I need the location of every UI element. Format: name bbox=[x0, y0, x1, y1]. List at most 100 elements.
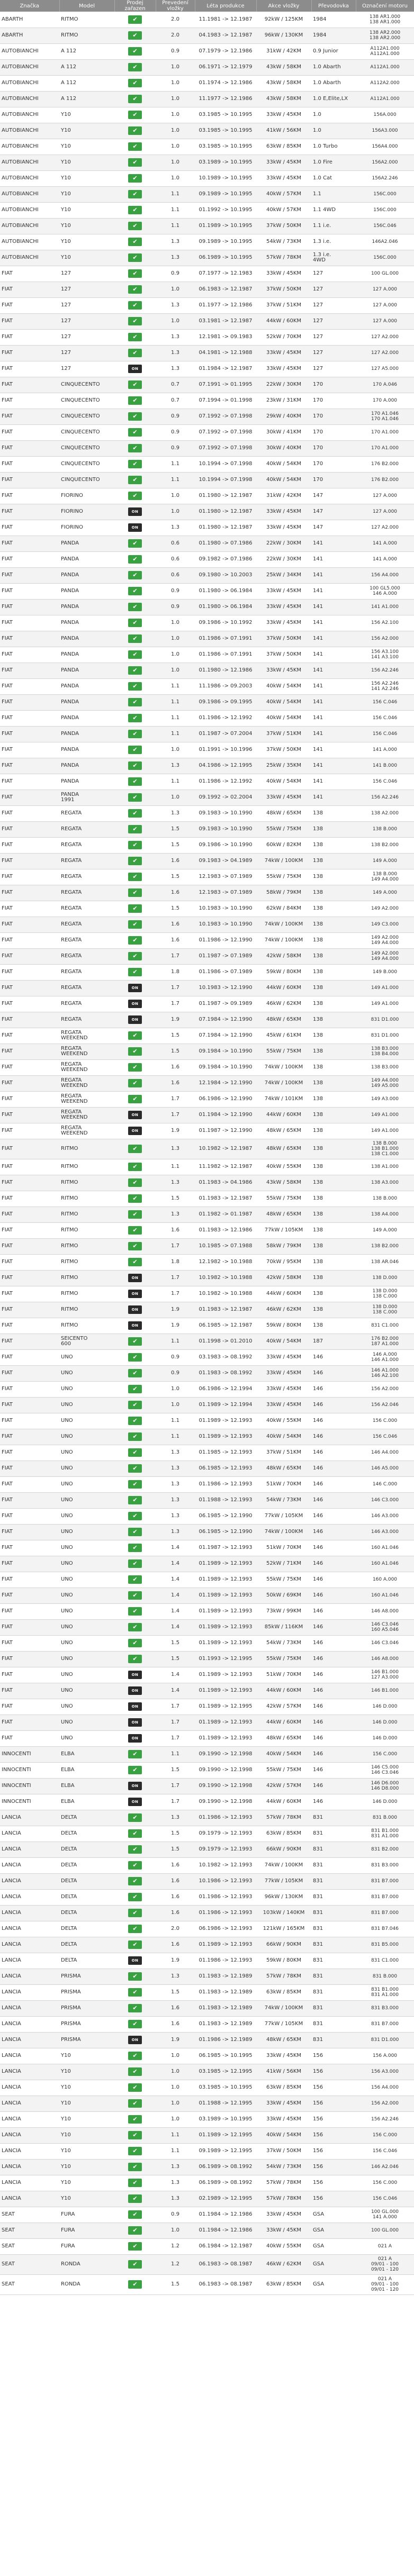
available-check-icon[interactable] bbox=[128, 761, 142, 770]
available-check-icon[interactable] bbox=[128, 936, 142, 945]
available-check-icon[interactable] bbox=[128, 873, 142, 881]
available-check-icon[interactable] bbox=[128, 412, 142, 421]
available-check-icon[interactable] bbox=[128, 1226, 142, 1235]
available-check-icon[interactable] bbox=[128, 555, 142, 564]
available-check-icon[interactable] bbox=[128, 301, 142, 310]
available-check-icon[interactable] bbox=[128, 1464, 142, 1473]
available-check-icon[interactable] bbox=[128, 2194, 142, 2203]
on-status-icon[interactable]: ON bbox=[128, 1702, 142, 1711]
available-check-icon[interactable] bbox=[128, 650, 142, 659]
available-check-icon[interactable] bbox=[128, 444, 142, 452]
available-check-icon[interactable] bbox=[128, 1750, 142, 1758]
available-check-icon[interactable] bbox=[128, 952, 142, 960]
available-check-icon[interactable] bbox=[128, 142, 142, 151]
available-check-icon[interactable] bbox=[128, 1095, 142, 1103]
header-power[interactable]: Akce vložky bbox=[256, 0, 312, 12]
available-check-icon[interactable] bbox=[128, 888, 142, 897]
available-check-icon[interactable] bbox=[128, 1766, 142, 1774]
available-check-icon[interactable] bbox=[128, 1145, 142, 1153]
available-check-icon[interactable] bbox=[128, 2226, 142, 2235]
header-capacity[interactable]: Prevedení vložky bbox=[156, 0, 195, 12]
available-check-icon[interactable] bbox=[128, 809, 142, 818]
available-check-icon[interactable] bbox=[128, 2052, 142, 2060]
available-check-icon[interactable] bbox=[128, 333, 142, 341]
on-status-icon[interactable]: ON bbox=[128, 523, 142, 532]
available-check-icon[interactable] bbox=[128, 1163, 142, 1171]
available-check-icon[interactable] bbox=[128, 904, 142, 913]
available-check-icon[interactable] bbox=[128, 730, 142, 738]
available-check-icon[interactable] bbox=[128, 79, 142, 87]
available-check-icon[interactable] bbox=[128, 2210, 142, 2219]
available-check-icon[interactable] bbox=[128, 1877, 142, 1885]
on-status-icon[interactable]: ON bbox=[128, 1718, 142, 1727]
header-engine-code[interactable]: Označení motoru bbox=[356, 0, 414, 12]
available-check-icon[interactable] bbox=[128, 1401, 142, 1409]
available-check-icon[interactable] bbox=[128, 158, 142, 167]
available-check-icon[interactable] bbox=[128, 698, 142, 706]
on-status-icon[interactable]: ON bbox=[128, 1734, 142, 1743]
available-check-icon[interactable] bbox=[128, 777, 142, 786]
available-check-icon[interactable] bbox=[128, 2020, 142, 2028]
available-check-icon[interactable] bbox=[128, 2163, 142, 2171]
header-years[interactable]: Léta produkce bbox=[195, 0, 257, 12]
available-check-icon[interactable] bbox=[128, 1448, 142, 1457]
available-check-icon[interactable] bbox=[128, 793, 142, 802]
on-status-icon[interactable]: ON bbox=[128, 1671, 142, 1679]
on-status-icon[interactable]: ON bbox=[128, 365, 142, 373]
available-check-icon[interactable] bbox=[128, 841, 142, 849]
available-check-icon[interactable] bbox=[128, 253, 142, 262]
available-check-icon[interactable] bbox=[128, 1988, 142, 1997]
on-status-icon[interactable]: ON bbox=[128, 1956, 142, 1965]
available-check-icon[interactable] bbox=[128, 1861, 142, 1870]
on-status-icon[interactable]: ON bbox=[128, 1290, 142, 1298]
available-check-icon[interactable] bbox=[128, 1047, 142, 1056]
available-check-icon[interactable] bbox=[128, 317, 142, 325]
available-check-icon[interactable] bbox=[128, 682, 142, 691]
available-check-icon[interactable] bbox=[128, 1496, 142, 1504]
available-check-icon[interactable] bbox=[128, 1258, 142, 1266]
available-check-icon[interactable] bbox=[128, 2004, 142, 2012]
available-check-icon[interactable] bbox=[128, 1639, 142, 1647]
available-check-icon[interactable] bbox=[128, 1337, 142, 1346]
available-check-icon[interactable] bbox=[128, 238, 142, 246]
available-check-icon[interactable] bbox=[128, 666, 142, 675]
header-gearbox[interactable]: Převodovka bbox=[311, 0, 356, 12]
available-check-icon[interactable] bbox=[128, 1063, 142, 1072]
available-check-icon[interactable] bbox=[128, 2083, 142, 2092]
available-check-icon[interactable] bbox=[128, 1242, 142, 1250]
available-check-icon[interactable] bbox=[128, 1829, 142, 1838]
available-check-icon[interactable] bbox=[128, 269, 142, 278]
on-status-icon[interactable]: ON bbox=[128, 1111, 142, 1119]
available-check-icon[interactable] bbox=[128, 1544, 142, 1552]
available-check-icon[interactable] bbox=[128, 2099, 142, 2108]
available-check-icon[interactable] bbox=[128, 619, 142, 627]
available-check-icon[interactable] bbox=[128, 460, 142, 468]
available-check-icon[interactable] bbox=[128, 539, 142, 548]
available-check-icon[interactable] bbox=[128, 396, 142, 405]
available-check-icon[interactable] bbox=[128, 126, 142, 135]
available-check-icon[interactable] bbox=[128, 285, 142, 294]
on-status-icon[interactable]: ON bbox=[128, 1686, 142, 1695]
on-status-icon[interactable]: ON bbox=[128, 1274, 142, 1282]
available-check-icon[interactable] bbox=[128, 1417, 142, 1425]
available-check-icon[interactable] bbox=[128, 1210, 142, 1219]
available-check-icon[interactable] bbox=[128, 1432, 142, 1441]
available-check-icon[interactable] bbox=[128, 1369, 142, 1377]
available-check-icon[interactable] bbox=[128, 1845, 142, 1854]
on-status-icon[interactable]: ON bbox=[128, 1798, 142, 1806]
available-check-icon[interactable] bbox=[128, 1079, 142, 1087]
available-check-icon[interactable] bbox=[128, 190, 142, 198]
available-check-icon[interactable] bbox=[128, 634, 142, 643]
available-check-icon[interactable] bbox=[128, 428, 142, 437]
available-check-icon[interactable] bbox=[128, 63, 142, 71]
available-check-icon[interactable] bbox=[128, 2067, 142, 2076]
available-check-icon[interactable] bbox=[128, 714, 142, 722]
available-check-icon[interactable] bbox=[128, 587, 142, 595]
available-check-icon[interactable] bbox=[128, 1925, 142, 1933]
available-check-icon[interactable] bbox=[128, 1194, 142, 1203]
on-status-icon[interactable]: ON bbox=[128, 1015, 142, 1024]
available-check-icon[interactable] bbox=[128, 380, 142, 389]
available-check-icon[interactable] bbox=[128, 111, 142, 119]
available-check-icon[interactable] bbox=[128, 222, 142, 230]
available-check-icon[interactable] bbox=[128, 1813, 142, 1822]
